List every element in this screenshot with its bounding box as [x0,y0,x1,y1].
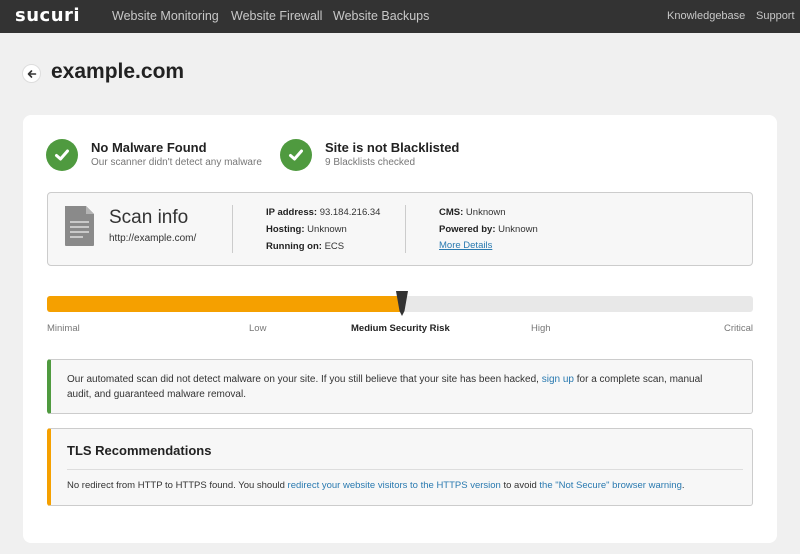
hosting-label: Hosting: [266,224,305,235]
tls-text-start: No redirect from HTTP to HTTPS found. Yo… [67,480,288,491]
cms-label: CMS: [439,207,464,218]
risk-label-critical: Critical [724,323,754,334]
powered-by-label: Powered by: [439,224,496,235]
scan-url: http://example.com/ [109,233,197,244]
hosting-row: Hosting: Unknown [266,224,347,235]
cms-row: CMS: Unknown [439,207,506,218]
ip-address-row: IP address: 93.184.216.34 [266,207,380,218]
redirect-https-link[interactable]: redirect your website visitors to the HT… [288,480,501,491]
nav-support[interactable]: Support [756,0,795,33]
scan-info-box [47,192,753,266]
scan-info-title: Scan info [109,207,189,228]
blacklist-status-subtitle: 9 Blacklists checked [325,157,416,168]
tls-text: No redirect from HTTP to HTTPS found. Yo… [67,480,685,491]
notice-text-start: Our automated scan did not detect malwar… [67,374,542,385]
hosting-value: Unknown [307,224,347,235]
document-icon [65,206,94,246]
powered-by-value: Unknown [498,224,538,235]
nav-website-firewall[interactable]: Website Firewall [231,0,322,33]
risk-label-minimal: Minimal [47,323,80,334]
not-secure-warning-link[interactable]: the "Not Secure" browser warning [539,480,681,491]
divider [67,469,743,470]
risk-label-medium: Medium Security Risk [351,323,450,334]
tls-text-middle: to avoid [500,480,540,491]
risk-label-low: Low [249,323,267,334]
malware-status-subtitle: Our scanner didn't detect any malware [91,157,262,168]
risk-label-high: High [531,323,551,334]
sign-up-link[interactable]: sign up [542,374,574,385]
blacklist-status-title: Site is not Blacklisted [325,140,460,155]
top-nav: sucuri Website Monitoring Website Firewa… [0,0,800,33]
risk-marker-icon [396,291,408,316]
malware-notice: Our automated scan did not detect malwar… [47,359,753,414]
tls-title: TLS Recommendations [67,443,212,458]
nav-website-monitoring[interactable]: Website Monitoring [112,0,219,33]
ip-address-label: IP address: [266,207,318,218]
nav-knowledgebase[interactable]: Knowledgebase [667,0,745,33]
cms-value: Unknown [465,207,506,218]
malware-status-title: No Malware Found [91,140,207,155]
divider [405,205,406,253]
ip-address-value: 93.184.216.34 [319,207,381,218]
arrow-left-icon [27,69,36,78]
nav-website-backups[interactable]: Website Backups [333,0,429,33]
notice-text: Our automated scan did not detect malwar… [67,372,727,402]
powered-by-row: Powered by: Unknown [439,224,538,235]
divider [232,205,233,253]
tls-recommendations: TLS Recommendations No redirect from HTT… [47,428,753,506]
risk-meter-fill [47,296,400,312]
back-button[interactable] [22,64,41,83]
more-details-link[interactable]: More Details [439,240,492,251]
running-on-label: Running on: [266,241,322,252]
sucuri-logo[interactable]: sucuri [15,6,80,26]
tls-text-end: . [681,480,685,491]
check-icon [280,139,312,171]
running-on-value: ECS [324,241,345,252]
page-title: example.com [51,60,185,83]
check-icon [46,139,78,171]
running-on-row: Running on: ECS [266,241,344,252]
